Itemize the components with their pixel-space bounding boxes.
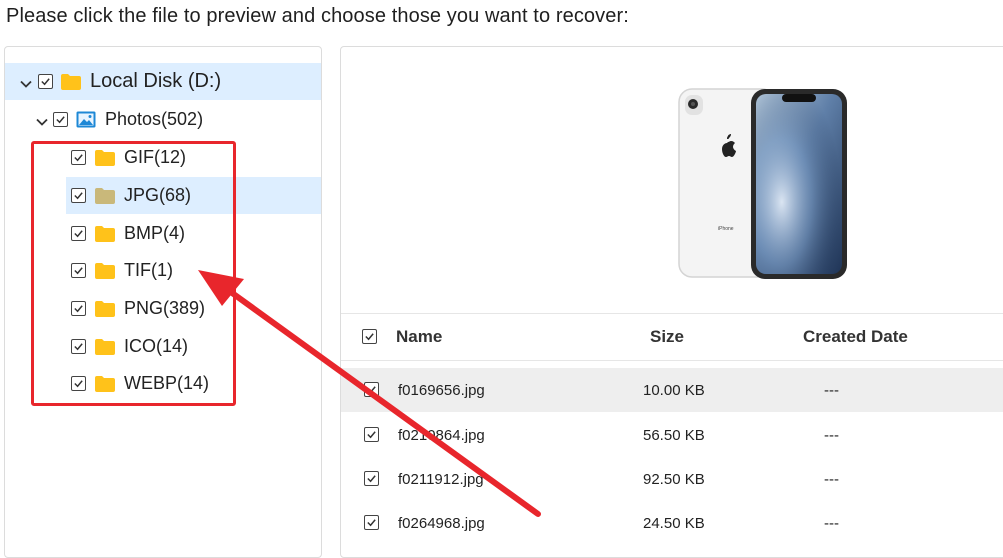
folder-icon (95, 300, 115, 317)
tree-item-label: Local Disk (D:) (90, 70, 222, 92)
tree-item-photos[interactable]: Photos(502) (5, 101, 321, 138)
tree-item-label: JPG(68) (124, 185, 192, 205)
file-created-date: --- (824, 514, 839, 532)
checkbox-webp[interactable] (71, 376, 86, 391)
folder-tree-panel: Local Disk (D:) Photos(502) GIF(12) JPG(… (4, 46, 322, 558)
file-created-date: --- (824, 381, 839, 399)
checkbox-ico[interactable] (71, 339, 86, 354)
table-row[interactable]: f0211912.jpg 92.50 KB --- (341, 457, 1003, 501)
tree-item-tif[interactable]: TIF(1) (5, 252, 321, 289)
folder-icon (95, 338, 115, 355)
file-created-date: --- (824, 470, 839, 488)
checkbox-jpg[interactable] (71, 188, 86, 203)
column-header-size[interactable]: Size (650, 314, 684, 360)
file-name: f0211912.jpg (398, 470, 484, 488)
file-size: 92.50 KB (643, 470, 705, 488)
folder-icon (95, 225, 115, 242)
file-name: f0210864.jpg (398, 426, 485, 444)
tree-item-webp[interactable]: WEBP(14) (5, 365, 321, 402)
file-preview-image[interactable]: iPhone (677, 87, 849, 281)
row-checkbox[interactable] (364, 515, 379, 530)
checkbox-bmp[interactable] (71, 226, 86, 241)
file-created-date: --- (824, 426, 839, 444)
chevron-down-icon[interactable] (35, 113, 49, 127)
tree-item-label: BMP(4) (124, 223, 186, 243)
file-size: 56.50 KB (643, 426, 705, 444)
file-name: f0169656.jpg (398, 381, 485, 399)
folder-icon (95, 187, 115, 204)
checkbox-photos[interactable] (53, 112, 68, 127)
chevron-down-icon[interactable] (19, 75, 33, 89)
tree-item-gif[interactable]: GIF(12) (5, 139, 321, 176)
row-checkbox[interactable] (364, 427, 379, 442)
file-name: f0264968.jpg (398, 514, 485, 532)
folder-icon (95, 262, 115, 279)
table-row[interactable]: f0169656.jpg 10.00 KB --- (341, 368, 1003, 412)
tree-item-png[interactable]: PNG(389) (5, 290, 321, 327)
tree-item-label: GIF(12) (124, 147, 187, 167)
tree-item-local-disk[interactable]: Local Disk (D:) (5, 63, 321, 100)
column-header-name[interactable]: Name (396, 314, 442, 360)
folder-icon (95, 375, 115, 392)
photo-icon (76, 111, 96, 128)
tree-item-label: WEBP(14) (124, 373, 210, 393)
folder-icon (61, 73, 81, 90)
tree-item-label: Photos(502) (105, 109, 204, 129)
checkbox-png[interactable] (71, 301, 86, 316)
table-row[interactable]: f0264968.jpg 24.50 KB --- (341, 501, 1003, 545)
file-size: 24.50 KB (643, 514, 705, 532)
checkbox-local-disk[interactable] (38, 74, 53, 89)
select-all-checkbox[interactable] (362, 329, 377, 344)
checkbox-tif[interactable] (71, 263, 86, 278)
table-row[interactable]: f0210864.jpg 56.50 KB --- (341, 413, 1003, 457)
tree-item-label: TIF(1) (124, 260, 173, 280)
preview-panel: iPhone Name Size Created Date f0169656.j… (340, 46, 1003, 558)
checkbox-gif[interactable] (71, 150, 86, 165)
folder-icon (95, 149, 115, 166)
phone-brand-text: iPhone (718, 226, 734, 232)
tree-item-bmp[interactable]: BMP(4) (5, 215, 321, 252)
column-header-created-date[interactable]: Created Date (803, 314, 908, 360)
file-size: 10.00 KB (643, 381, 705, 399)
row-checkbox[interactable] (364, 382, 379, 397)
row-checkbox[interactable] (364, 471, 379, 486)
tree-item-ico[interactable]: ICO(14) (5, 328, 321, 365)
tree-item-label: ICO(14) (124, 336, 189, 356)
instruction-text: Please click the file to preview and cho… (6, 5, 629, 27)
tree-item-jpg[interactable]: JPG(68) (66, 177, 321, 214)
file-table-header: Name Size Created Date (341, 313, 1003, 361)
tree-item-label: PNG(389) (124, 298, 206, 318)
